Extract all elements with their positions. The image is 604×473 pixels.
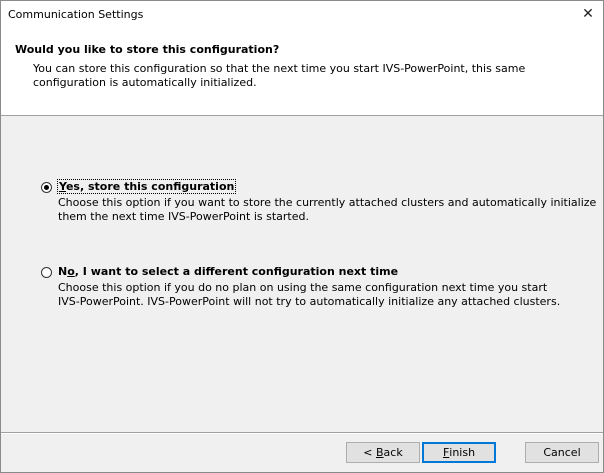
different-config-desc-line-2: IVS-PowerPoint. IVS-PowerPoint will not … bbox=[58, 295, 561, 308]
back-button[interactable]: < Back bbox=[346, 442, 420, 463]
finish-button-label: inish bbox=[449, 446, 476, 459]
store-config-description: Choose this option if you want to store … bbox=[58, 196, 597, 224]
store-config-label[interactable]: Yes, store this configuration bbox=[56, 179, 237, 194]
cancel-button-label: Cancel bbox=[543, 446, 581, 459]
different-config-label[interactable]: No, I want to select a different configu… bbox=[58, 265, 398, 278]
window-title: Communication Settings bbox=[8, 8, 144, 21]
wizard-header: Would you like to store this configurati… bbox=[1, 27, 603, 116]
header-subtitle: You can store this configuration so that… bbox=[33, 62, 526, 89]
back-button-prefix: < bbox=[363, 446, 376, 459]
store-config-mnemonic: Y bbox=[59, 180, 66, 193]
different-config-label-text: , I want to select a different configura… bbox=[74, 265, 399, 278]
store-config-desc-line-2: them the next time IVS-PowerPoint is sta… bbox=[58, 210, 309, 223]
dialog-window: Communication Settings ✕ Would you like … bbox=[0, 0, 604, 473]
back-button-label: ack bbox=[383, 446, 403, 459]
store-config-radio[interactable] bbox=[41, 182, 52, 193]
different-config-label-pre: N bbox=[58, 265, 68, 278]
close-button[interactable]: ✕ bbox=[573, 1, 603, 27]
title-bar: Communication Settings ✕ bbox=[1, 1, 603, 27]
different-config-radio[interactable] bbox=[41, 267, 52, 278]
store-config-label-text: es, store this configuration bbox=[65, 180, 235, 193]
different-config-mnemonic: o bbox=[67, 265, 75, 278]
back-button-mnemonic: B bbox=[376, 446, 384, 459]
finish-button[interactable]: Finish bbox=[422, 442, 496, 463]
different-config-description: Choose this option if you do no plan on … bbox=[58, 281, 563, 309]
different-config-desc-line-1: Choose this option if you do no plan on … bbox=[58, 281, 548, 294]
footer-separator bbox=[1, 432, 603, 434]
store-config-desc-line-1: Choose this option if you want to store … bbox=[58, 196, 597, 209]
header-title: Would you like to store this configurati… bbox=[15, 43, 280, 56]
close-icon: ✕ bbox=[582, 6, 594, 22]
cancel-button[interactable]: Cancel bbox=[525, 442, 599, 463]
